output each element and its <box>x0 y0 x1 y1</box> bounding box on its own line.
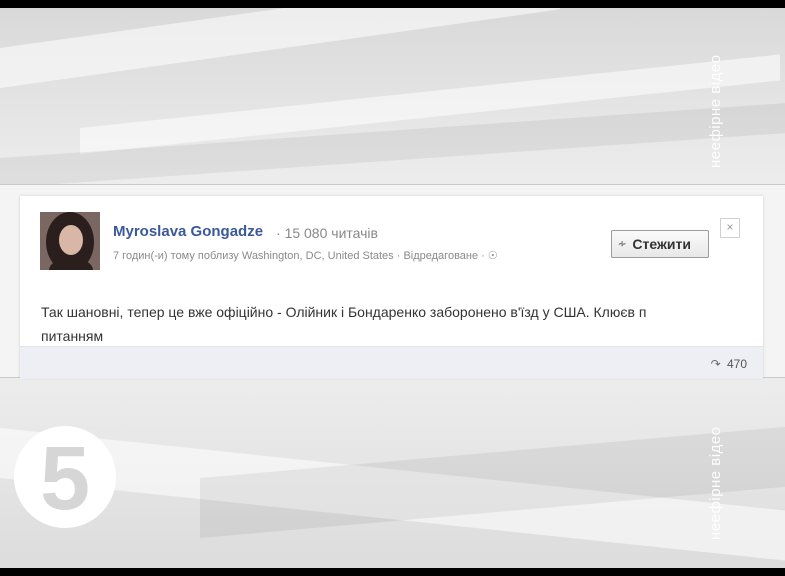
follow-button-label: Стежити <box>632 236 691 252</box>
post-text: Так шановні, тепер це вже офіційно - Олі… <box>41 300 721 348</box>
share-count-text: 470 <box>726 357 747 371</box>
reader-count-text: 15 080 читачів <box>284 225 378 241</box>
channel-logo-text: 5 <box>39 429 91 529</box>
author-name[interactable]: Myroslava Gongadze <box>113 223 263 240</box>
background-streak <box>0 8 560 88</box>
post-footer: ↷ 470 <box>20 346 763 379</box>
post-text-line: Так шановні, тепер це вже офіційно - Олі… <box>41 304 647 320</box>
post-meta-text[interactable]: 7 годин(-и) тому поблизу Washington, DC,… <box>113 250 488 262</box>
channel-logo: 5 <box>14 426 116 528</box>
watermark-bottom: неефірне відео <box>707 426 724 540</box>
close-icon[interactable]: × <box>720 218 740 238</box>
watermark-top: неефірне відео <box>707 54 724 168</box>
avatar-image <box>40 212 100 270</box>
rss-icon: ∻ <box>618 238 627 250</box>
share-count[interactable]: ↷ 470 <box>711 357 747 371</box>
follow-button[interactable]: ∻ Стежити <box>611 230 709 258</box>
separator: · <box>276 225 281 241</box>
post-meta: 7 годин(-и) тому поблизу Washington, DC,… <box>113 249 498 262</box>
share-icon: ↷ <box>710 357 721 371</box>
globe-icon: ☉ <box>487 250 498 262</box>
facebook-post: Myroslava Gongadze · 15 080 читачів 7 го… <box>20 196 763 379</box>
avatar[interactable] <box>40 212 100 270</box>
reader-count: · 15 080 читачів <box>276 225 378 241</box>
post-text-line: питанням <box>41 328 104 344</box>
